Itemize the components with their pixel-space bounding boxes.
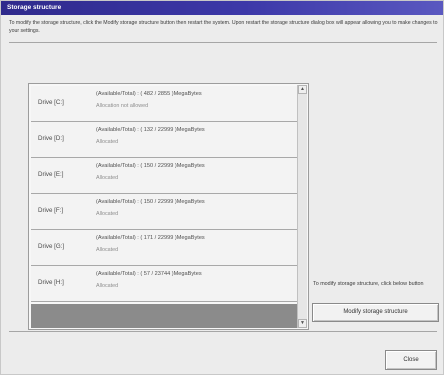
vertical-scrollbar[interactable]: ▲ ▼: [297, 85, 307, 328]
drive-list[interactable]: Drive [C:] (Available/Total) : ( 482 / 2…: [28, 83, 309, 330]
drive-row-c[interactable]: Drive [C:] (Available/Total) : ( 482 / 2…: [31, 86, 301, 122]
drive-label: Drive [D:]: [38, 135, 64, 142]
drive-label: Drive [G:]: [38, 243, 65, 250]
drive-capacity: (Available/Total) : ( 150 / 22999 )MegaB…: [96, 163, 205, 169]
drive-label: Drive [E:]: [38, 171, 64, 178]
drive-label: Drive [H:]: [38, 279, 64, 286]
drive-capacity: (Available/Total) : ( 132 / 22999 )MegaB…: [96, 127, 205, 133]
drive-capacity: (Available/Total) : ( 57 / 23744 )MegaBy…: [96, 271, 202, 277]
drive-capacity: (Available/Total) : ( 482 / 2855 )MegaBy…: [96, 91, 202, 97]
close-button[interactable]: Close: [385, 350, 437, 370]
drive-row-e[interactable]: Drive [E:] (Available/Total) : ( 150 / 2…: [31, 158, 301, 194]
drive-label: Drive [F:]: [38, 207, 64, 214]
modify-storage-structure-button[interactable]: Modify storage structure: [312, 303, 439, 322]
drive-status: Allocated: [96, 283, 119, 289]
storage-structure-dialog: Storage structure To modify the storage …: [0, 0, 444, 375]
drive-status: Allocated: [96, 211, 119, 217]
drive-status: Allocated: [96, 247, 119, 253]
drive-status: Allocated: [96, 175, 119, 181]
modify-hint-text: To modify storage structure, click below…: [313, 281, 424, 287]
bottom-divider: [9, 331, 437, 332]
drive-capacity: (Available/Total) : ( 150 / 22999 )MegaB…: [96, 199, 205, 205]
drive-rows: Drive [C:] (Available/Total) : ( 482 / 2…: [31, 86, 301, 302]
drive-label: Drive [C:]: [38, 99, 64, 106]
drive-row-h[interactable]: Drive [H:] (Available/Total) : ( 57 / 23…: [31, 266, 301, 302]
drive-row-d[interactable]: Drive [D:] (Available/Total) : ( 132 / 2…: [31, 122, 301, 158]
instruction-text: To modify the storage structure, click t…: [9, 20, 438, 34]
drive-capacity: (Available/Total) : ( 171 / 22999 )MegaB…: [96, 235, 205, 241]
drive-row-f[interactable]: Drive [F:] (Available/Total) : ( 150 / 2…: [31, 194, 301, 230]
top-divider: [9, 42, 437, 43]
drive-status: Allocated: [96, 139, 119, 145]
list-empty-area: [31, 304, 301, 328]
scroll-down-icon[interactable]: ▼: [298, 319, 307, 328]
drive-status: Allocation not allowed: [96, 103, 149, 109]
drive-row-g[interactable]: Drive [G:] (Available/Total) : ( 171 / 2…: [31, 230, 301, 266]
title-bar: Storage structure: [1, 1, 443, 15]
scroll-up-icon[interactable]: ▲: [298, 85, 307, 94]
